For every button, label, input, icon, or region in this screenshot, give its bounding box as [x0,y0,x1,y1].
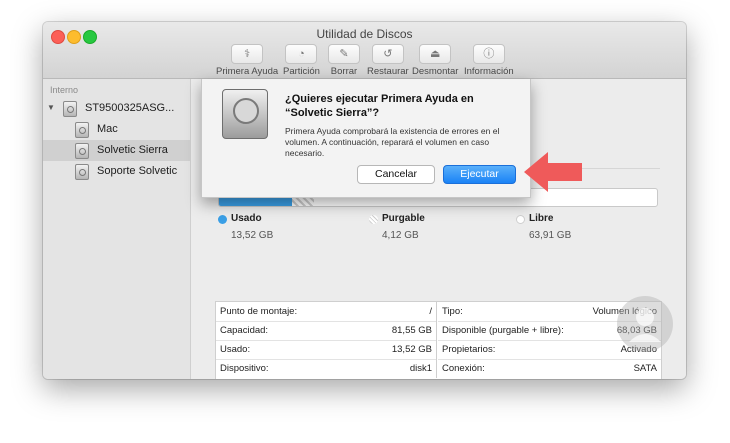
hard-disk-icon [222,89,268,139]
sidebar-section-internal: Interno [50,85,79,95]
sidebar-item-solvetic-sierra[interactable]: Solvetic Sierra [43,140,190,161]
partition-icon: ◔ [285,44,318,64]
info-table: Punto de montaje: / Capacidad: 81,55 GB … [215,301,662,379]
hard-disk-icon [63,101,77,117]
erase-button[interactable]: ✎ Borrar [328,44,360,77]
info-value: / [429,306,432,317]
eject-icon: ⏏ [419,44,452,64]
info-key: Capacidad: [220,325,269,336]
title-bar: Utilidad de Discos ⚕ Primera Ayuda ◔ Par… [43,22,686,79]
info-row-used: Usado: 13,52 GB [216,340,437,360]
legend-title: Libre [529,213,554,224]
info-row-device: Dispositivo: disk1 [216,359,437,378]
restore-button[interactable]: ↺ Restaurar [367,44,409,77]
stethoscope-icon: ⚕ [231,44,264,64]
erase-icon: ✎ [328,44,360,64]
watermark-logo-icon [617,296,673,352]
info-icon: ⓘ [472,44,505,64]
disclosure-triangle-icon[interactable]: ▼ [47,103,55,112]
run-button[interactable]: Ejecutar [443,165,516,184]
sidebar-item-mac[interactable]: Mac [43,119,190,140]
dialog-message: Primera Ayuda comprobará la existencia d… [285,126,500,158]
toolbar-label-first-aid: Primera Ayuda [216,66,279,77]
sidebar-item-label: Mac [97,123,118,135]
volume-icon [75,164,89,180]
info-value: 13,52 GB [391,344,432,355]
red-arrow-icon [524,152,582,192]
info-key: Usado: [220,344,251,355]
window-title: Utilidad de Discos [316,27,413,41]
sidebar-item-disk[interactable]: ▼ ST9500325ASG... [43,98,190,119]
info-row-mount-point: Punto de montaje: / [216,302,437,322]
sidebar: Interno ▼ ST9500325ASG... Mac Solvetic S… [43,79,191,379]
sidebar-item-label: ST9500325ASG... [85,102,175,114]
cancel-button[interactable]: Cancelar [357,165,435,184]
info-button[interactable]: ⓘ Información [464,44,514,77]
info-value: disk1 [409,363,432,374]
toolbar-label-info: Información [464,66,514,77]
first-aid-dialog: ¿Quieres ejecutar Primera Ayuda en “Solv… [201,79,531,198]
toolbar-label-partition: Partición [283,66,320,77]
info-key: Disponible (purgable + libre): [442,325,564,336]
partition-button[interactable]: ◔ Partición [283,44,320,77]
sidebar-item-label: Soporte Solvetic [97,165,178,177]
used-dot-icon [218,215,227,224]
sidebar-item-label: Solvetic Sierra [97,144,168,156]
toolbar-label-restore: Restaurar [367,66,409,77]
dialog-title: ¿Quieres ejecutar Primera Ayuda en “Solv… [285,93,474,119]
toolbar-label-unmount: Desmontar [412,66,459,77]
restore-icon: ↺ [371,44,404,64]
free-dot-icon [516,215,525,224]
info-key: Dispositivo: [220,363,269,374]
first-aid-button[interactable]: ⚕ Primera Ayuda [216,44,278,77]
disk-utility-window: Utilidad de Discos ⚕ Primera Ayuda ◔ Par… [43,22,686,379]
sidebar-item-soporte-solvetic[interactable]: Soporte Solvetic [43,161,190,182]
info-row-capacity: Capacidad: 81,55 GB [216,321,437,341]
info-key: Punto de montaje: [220,306,298,317]
legend-value: 4,12 GB [382,230,419,241]
info-value: 81,55 GB [391,325,432,336]
info-key: Tipo: [442,306,463,317]
info-key: Conexión: [442,363,485,374]
legend-title: Purgable [382,213,425,224]
volume-icon [75,122,89,138]
info-key: Propietarios: [442,344,496,355]
legend-value: 63,91 GB [529,230,572,241]
legend-value: 13,52 GB [231,230,274,241]
unmount-button[interactable]: ⏏ Desmontar [412,44,458,77]
legend-title: Usado [231,213,262,224]
volume-icon [75,143,89,159]
toolbar-label-erase: Borrar [330,66,358,77]
purgeable-dot-icon [369,215,378,224]
